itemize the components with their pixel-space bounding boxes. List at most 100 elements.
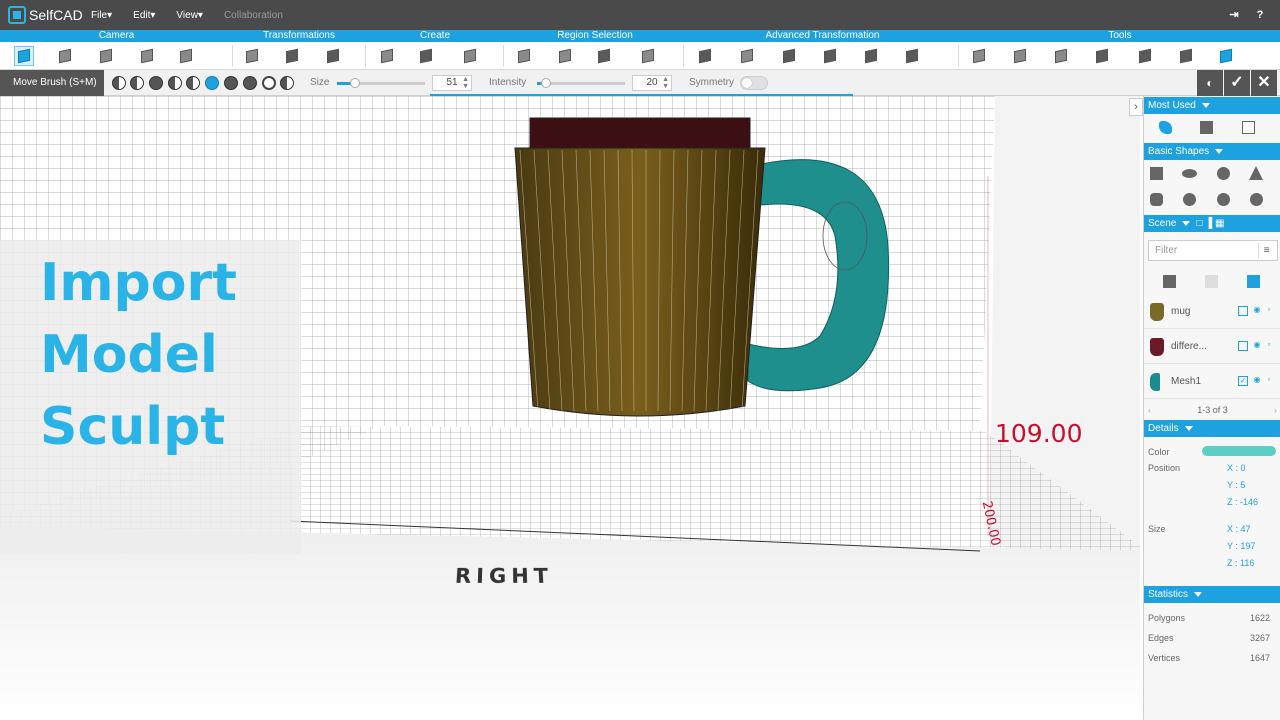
camera-tool-5-icon[interactable] <box>176 46 196 66</box>
menu-collaboration[interactable]: Collaboration <box>224 10 283 21</box>
region-tool-1-icon[interactable] <box>514 46 534 66</box>
collapse-panel-chevron-icon[interactable]: › <box>1129 98 1143 116</box>
details-header[interactable]: Details <box>1144 420 1280 437</box>
visibility-eye-icon[interactable]: ◉ <box>1252 341 1262 351</box>
visibility-eye-icon[interactable]: ◉ <box>1252 306 1262 316</box>
move-brush-icon[interactable] <box>205 76 219 90</box>
advanced-tool-5-icon[interactable] <box>861 46 881 66</box>
help-icon[interactable]: ? <box>1254 9 1266 21</box>
geosphere-icon[interactable] <box>1214 190 1232 208</box>
icosahedron-icon[interactable] <box>1247 190 1265 208</box>
category-create[interactable]: Create <box>365 30 505 42</box>
advanced-tool-1-icon[interactable] <box>695 46 715 66</box>
brush-5-icon[interactable] <box>186 76 200 90</box>
tools-tool-6-icon[interactable] <box>1176 46 1196 66</box>
select-checkbox[interactable] <box>1238 341 1248 351</box>
lock-icon[interactable]: ▫ <box>1264 376 1274 386</box>
menu-view[interactable]: View▾ <box>176 10 203 21</box>
sculpt-mode-icon[interactable]: ◐ <box>1197 70 1223 96</box>
tools-tool-2-icon[interactable] <box>1010 46 1030 66</box>
transform-tool-3-icon[interactable] <box>323 46 343 66</box>
position-x[interactable]: X : 0 <box>1227 463 1246 473</box>
brush-7-icon[interactable] <box>224 76 238 90</box>
filter-list-icon[interactable]: ≡ <box>1258 243 1274 258</box>
brush-4-icon[interactable] <box>168 76 182 90</box>
scene-object-difference[interactable]: differe... ◉ ▫ <box>1144 330 1280 364</box>
color-swatch[interactable] <box>1202 446 1276 456</box>
symmetry-toggle[interactable] <box>740 76 768 90</box>
select-checkbox[interactable] <box>1238 306 1248 316</box>
create-tool-1-icon[interactable] <box>377 46 397 66</box>
statistics-header[interactable]: Statistics <box>1144 586 1280 603</box>
region-tool-2-icon[interactable] <box>555 46 575 66</box>
cancel-close-icon[interactable]: ✕ <box>1251 70 1277 96</box>
sculpt-shape-icon[interactable] <box>1156 118 1174 136</box>
tools-tool-1-icon[interactable] <box>969 46 989 66</box>
advanced-tool-3-icon[interactable] <box>779 46 799 66</box>
scene-object-mesh1[interactable]: Mesh1 ✓ ◉ ▫ <box>1144 365 1280 399</box>
menu-edit[interactable]: Edit▾ <box>133 10 155 21</box>
advanced-tool-6-icon[interactable] <box>902 46 922 66</box>
box-outline-icon[interactable] <box>1239 118 1257 136</box>
position-y[interactable]: Y : 5 <box>1227 480 1245 490</box>
region-tool-3-icon[interactable] <box>594 46 614 66</box>
intensity-input[interactable]: 20 ▲ ▼ <box>632 75 672 91</box>
knot-icon[interactable] <box>1180 190 1198 208</box>
sphere-icon[interactable] <box>1214 164 1232 182</box>
basic-shapes-header[interactable]: Basic Shapes <box>1144 143 1280 160</box>
transform-tool-2-icon[interactable] <box>282 46 302 66</box>
pager-prev-icon[interactable]: ‹ <box>1148 403 1151 417</box>
advanced-tool-2-icon[interactable] <box>737 46 757 66</box>
most-used-header[interactable]: Most Used <box>1144 97 1280 114</box>
camera-tool-2-icon[interactable] <box>55 46 75 66</box>
menu-file[interactable]: File▾ <box>91 10 112 21</box>
category-region-selection[interactable]: Region Selection <box>505 30 685 42</box>
category-transformations[interactable]: Transformations <box>233 30 365 42</box>
cube-shape-icon[interactable] <box>1197 118 1215 136</box>
brush-1-icon[interactable] <box>112 76 126 90</box>
cylinder-icon[interactable] <box>1147 190 1165 208</box>
app-logo[interactable]: SelfCAD <box>8 6 88 24</box>
solid-view-icon[interactable] <box>1160 272 1178 290</box>
category-tools[interactable]: Tools <box>960 30 1280 42</box>
camera-tool-4-icon[interactable] <box>137 46 157 66</box>
lock-icon[interactable]: ▫ <box>1264 341 1274 351</box>
transform-tool-1-icon[interactable] <box>242 46 262 66</box>
size-input[interactable]: 51 ▲ ▼ <box>432 75 472 91</box>
wireframe-view-icon[interactable] <box>1202 272 1220 290</box>
torus-icon[interactable] <box>1180 164 1198 182</box>
brush-mode-label[interactable]: Move Brush (S+M) <box>0 70 104 96</box>
select-checkbox-checked[interactable]: ✓ <box>1238 376 1248 386</box>
tools-tool-4-icon[interactable] <box>1092 46 1112 66</box>
visibility-eye-icon[interactable]: ◉ <box>1252 376 1262 386</box>
size-slider[interactable] <box>337 78 425 88</box>
brush-9-icon[interactable] <box>262 76 276 90</box>
brush-2-icon[interactable] <box>130 76 144 90</box>
pager-next-icon[interactable]: › <box>1274 403 1277 417</box>
advanced-tool-4-icon[interactable] <box>820 46 840 66</box>
cube-icon[interactable] <box>1147 164 1165 182</box>
category-camera[interactable]: Camera <box>0 30 233 42</box>
camera-screenshot-icon[interactable] <box>14 46 34 66</box>
create-tool-3-icon[interactable] <box>460 46 480 66</box>
cone-icon[interactable] <box>1247 164 1265 182</box>
tools-tool-3-icon[interactable] <box>1051 46 1071 66</box>
region-tool-4-icon[interactable] <box>638 46 658 66</box>
intensity-slider[interactable] <box>537 78 625 88</box>
scene-filter-input[interactable]: Filter ≡ <box>1148 240 1278 261</box>
brush-10-icon[interactable] <box>280 76 294 90</box>
brush-8-icon[interactable] <box>243 76 257 90</box>
camera-tool-3-icon[interactable] <box>96 46 116 66</box>
sculpt-tool-icon[interactable] <box>1216 46 1236 66</box>
confirm-check-icon[interactable]: ✓ <box>1224 70 1250 96</box>
create-tool-2-icon[interactable] <box>416 46 436 66</box>
sign-in-icon[interactable]: ⇥ <box>1228 9 1240 21</box>
brush-3-icon[interactable] <box>149 76 163 90</box>
3d-viewport[interactable]: Import Model Sculpt 109.00 200.00 RIGHT <box>0 96 1140 720</box>
position-z[interactable]: Z : -146 <box>1227 497 1258 507</box>
tools-tool-5-icon[interactable] <box>1135 46 1155 66</box>
category-advanced-transformation[interactable]: Advanced Transformation <box>685 30 960 42</box>
scene-object-mug[interactable]: mug ◉ ▫ <box>1144 295 1280 329</box>
size-x[interactable]: X : 47 <box>1227 524 1251 534</box>
mesh-view-icon[interactable] <box>1244 272 1262 290</box>
